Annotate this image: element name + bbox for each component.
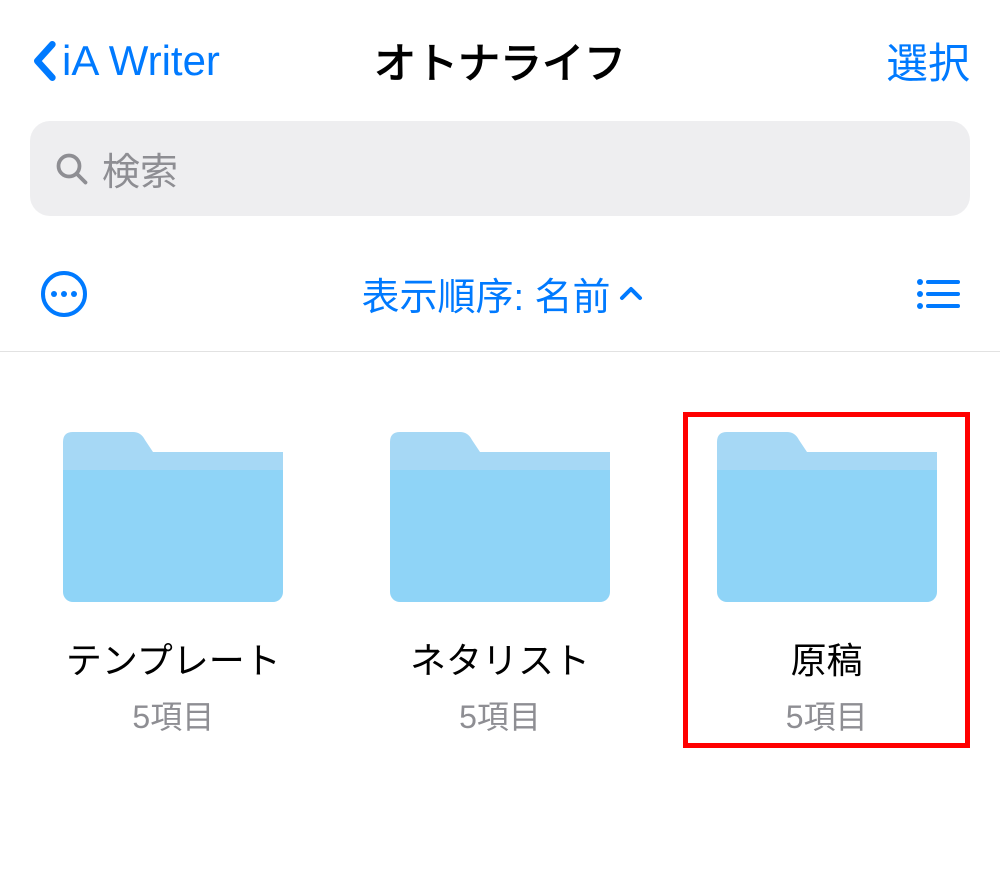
sort-label-text: 表示順序: 名前 — [361, 266, 610, 321]
nav-bar: iA Writer オトナライフ 選択 — [0, 0, 1000, 111]
folder-name: ネタリスト — [410, 632, 590, 684]
folder-icon — [380, 422, 620, 612]
folder-count: 5項目 — [132, 692, 214, 738]
more-options-button[interactable] — [40, 270, 88, 318]
chevron-up-icon — [619, 286, 643, 302]
folder-icon — [53, 422, 293, 612]
back-label: iA Writer — [62, 37, 220, 85]
search-input[interactable]: 検索 — [30, 121, 970, 216]
folder-name: 原稿 — [791, 632, 863, 684]
folder-count: 5項目 — [459, 692, 541, 738]
folder-icon — [707, 422, 947, 612]
back-button[interactable]: iA Writer — [30, 37, 220, 85]
folder-item[interactable]: ネタリスト 5項目 — [357, 412, 644, 748]
search-placeholder: 検索 — [102, 141, 178, 196]
list-view-button[interactable] — [916, 276, 960, 312]
folder-name: テンプレート — [66, 632, 281, 684]
chevron-left-icon — [30, 41, 58, 81]
folder-item[interactable]: 原稿 5項目 — [683, 412, 970, 748]
page-title: オトナライフ — [374, 30, 626, 91]
sort-order-button[interactable]: 表示順序: 名前 — [361, 266, 642, 321]
sort-bar: 表示順序: 名前 — [0, 236, 1000, 352]
folder-count: 5項目 — [786, 692, 868, 738]
select-button[interactable]: 選択 — [886, 30, 970, 91]
search-icon — [54, 151, 90, 187]
folder-item[interactable]: テンプレート 5項目 — [30, 412, 317, 748]
folder-grid: テンプレート 5項目 ネタリスト 5項目 原稿 5項目 — [0, 352, 1000, 808]
